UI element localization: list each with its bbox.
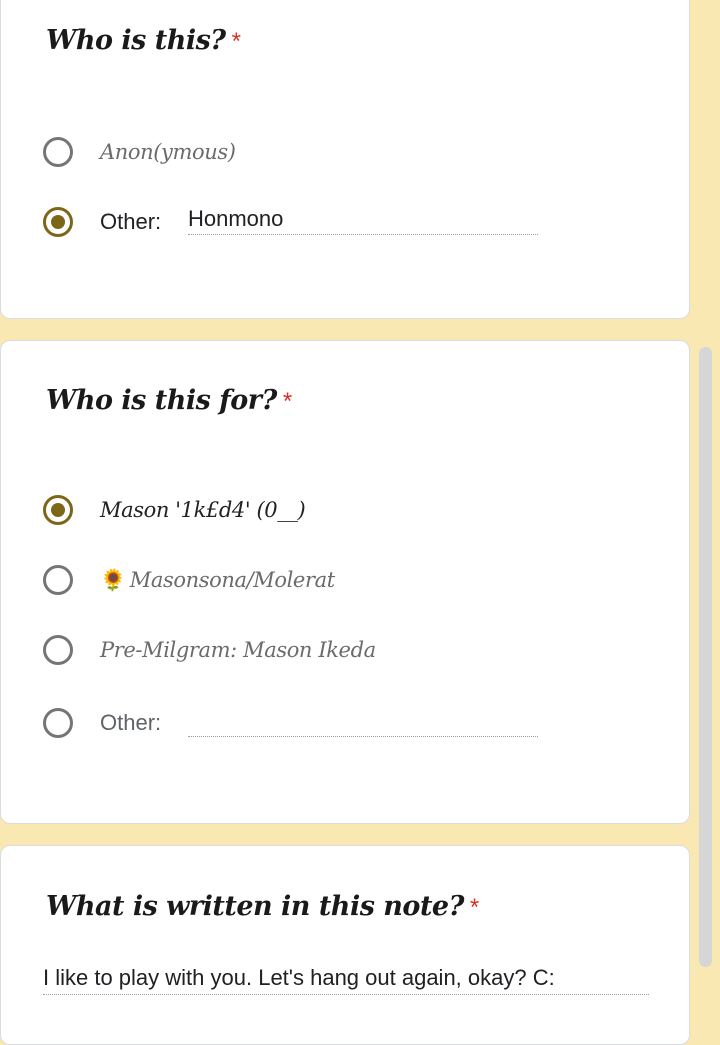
radio-button-selected[interactable]: [43, 495, 73, 525]
required-asterisk: *: [231, 28, 241, 55]
option-other[interactable]: Other:: [43, 703, 538, 743]
radio-button[interactable]: [43, 708, 73, 738]
answer-text-input[interactable]: [43, 961, 649, 995]
required-asterisk: *: [282, 388, 292, 415]
option-mason-1kfd4[interactable]: Mason '1k£d4' (0__): [43, 490, 306, 530]
other-text-input[interactable]: [188, 204, 538, 235]
radio-dot: [51, 503, 65, 517]
scrollbar-thumb[interactable]: [699, 347, 712, 967]
required-asterisk: *: [469, 894, 479, 921]
question-card-who-is-this-for: Who is this for? * Mason '1k£d4' (0__) 🌻 M…: [0, 340, 690, 824]
option-label: Pre-Milgram: Mason Ikeda: [100, 638, 376, 662]
sunflower-icon: 🌻: [100, 567, 126, 592]
option-label: Anon(ymous): [100, 140, 236, 164]
radio-button-selected[interactable]: [43, 207, 73, 237]
radio-button[interactable]: [43, 635, 73, 665]
option-other[interactable]: Other:: [43, 202, 538, 242]
other-text-input[interactable]: [188, 706, 538, 737]
option-label: Mason '1k£d4' (0__): [100, 498, 306, 522]
question-title: What is written in this note? *: [46, 891, 479, 922]
radio-dot: [51, 215, 65, 229]
option-label: 🌻 Masonsona/Molerat: [100, 567, 335, 592]
radio-button[interactable]: [43, 565, 73, 595]
other-label: Other:: [100, 710, 162, 735]
other-label: Other:: [100, 209, 162, 234]
question-title: Who is this for? *: [46, 385, 292, 416]
option-masonsona[interactable]: 🌻 Masonsona/Molerat: [43, 560, 335, 600]
question-card-note-text: What is written in this note? *: [0, 845, 690, 1045]
question-card-who-is-this: Who is this? * Anon(ymous) Other:: [0, 0, 690, 319]
option-anonymous[interactable]: Anon(ymous): [43, 132, 236, 172]
radio-button[interactable]: [43, 137, 73, 167]
question-title: Who is this? *: [46, 25, 241, 56]
option-pre-milgram[interactable]: Pre-Milgram: Mason Ikeda: [43, 630, 376, 670]
